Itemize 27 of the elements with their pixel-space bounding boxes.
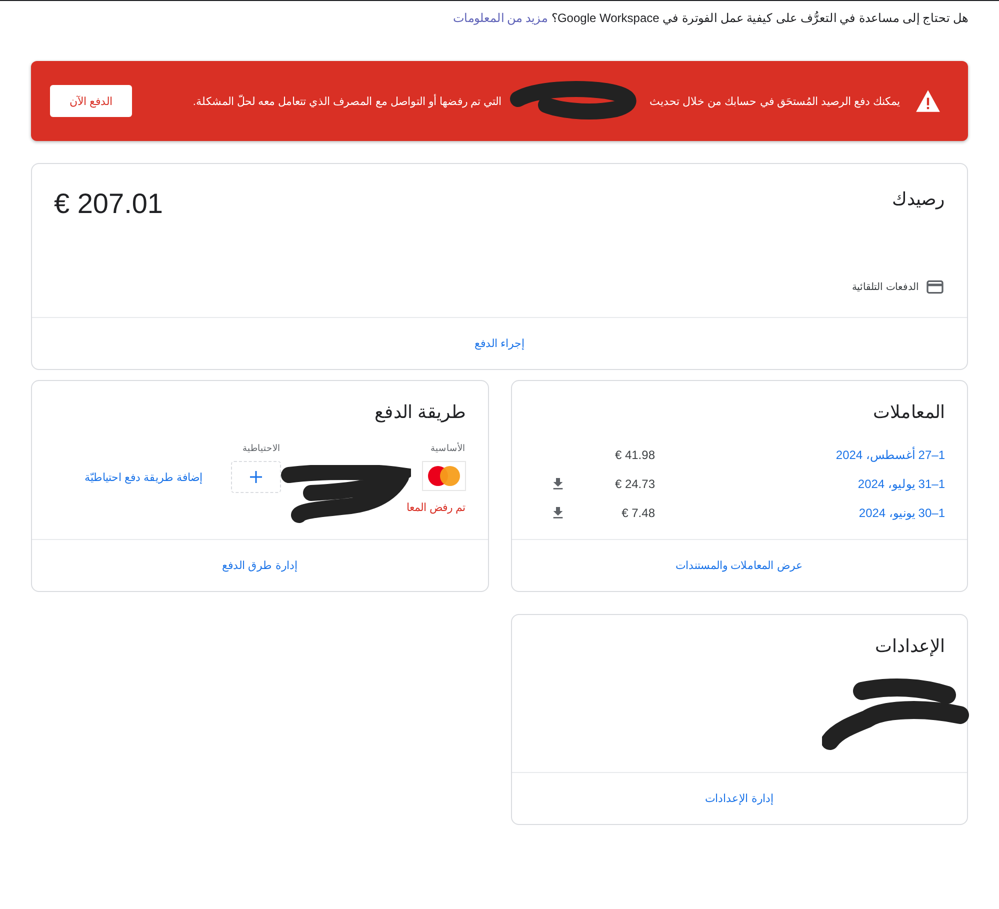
declined-text: تم رفض المعا [405, 501, 466, 514]
card-title: الإعدادات [874, 635, 945, 657]
warning-icon [914, 88, 942, 114]
balance-amount: € 207.01 [54, 188, 163, 221]
transaction-period-link[interactable]: 1–31 يوليو، 2024 [655, 476, 945, 490]
transaction-amount: € 7.48 [620, 506, 655, 520]
pay-now-button[interactable]: الدفع الآن [50, 85, 132, 117]
alert-text: التي تم رفضها أو التواصل مع المصرف الذي تتعامل معه لحلّ المشكلة. [192, 94, 502, 108]
backup-label: الاحتياطية [242, 443, 280, 453]
manage-payment-methods-link[interactable]: إدارة طرق الدفع [222, 559, 298, 572]
view-transactions-link[interactable]: عرض المعاملات والمستندات [676, 559, 803, 572]
transaction-amount: € 41.98 [614, 448, 655, 462]
transaction-period-link[interactable]: 1–30 يونيو، 2024 [655, 506, 945, 520]
transaction-period-link[interactable]: 1–27 أغسطس، 2024 [655, 448, 945, 462]
card-title: طريقة الدفع [373, 401, 466, 423]
mastercard-logo-icon [422, 461, 466, 491]
alert-text: يمكنك دفع الرصيد المُستحَق في حسابك من خلال تحديث [650, 94, 900, 108]
card-title: رصيدك [891, 188, 945, 210]
make-payment-link[interactable]: إجراء الدفع [474, 337, 525, 350]
transaction-amount: € 24.73 [614, 476, 655, 490]
card-title: المعاملات [872, 401, 945, 423]
learn-more-link[interactable]: مزيد من المعلومات [452, 11, 548, 25]
manage-settings-link[interactable]: إدارة الإعدادات [705, 792, 774, 805]
autopay-label: الدفعات التلقائية [852, 281, 919, 293]
primary-label: الأساسية [430, 443, 466, 453]
add-backup-link[interactable]: إضافة طريقة دفع احتياطيّة [84, 470, 202, 484]
help-text: هل تحتاج إلى مساعدة في التعرُّف على كيفية عمل الفوترة في Google Workspace؟ [551, 11, 968, 25]
